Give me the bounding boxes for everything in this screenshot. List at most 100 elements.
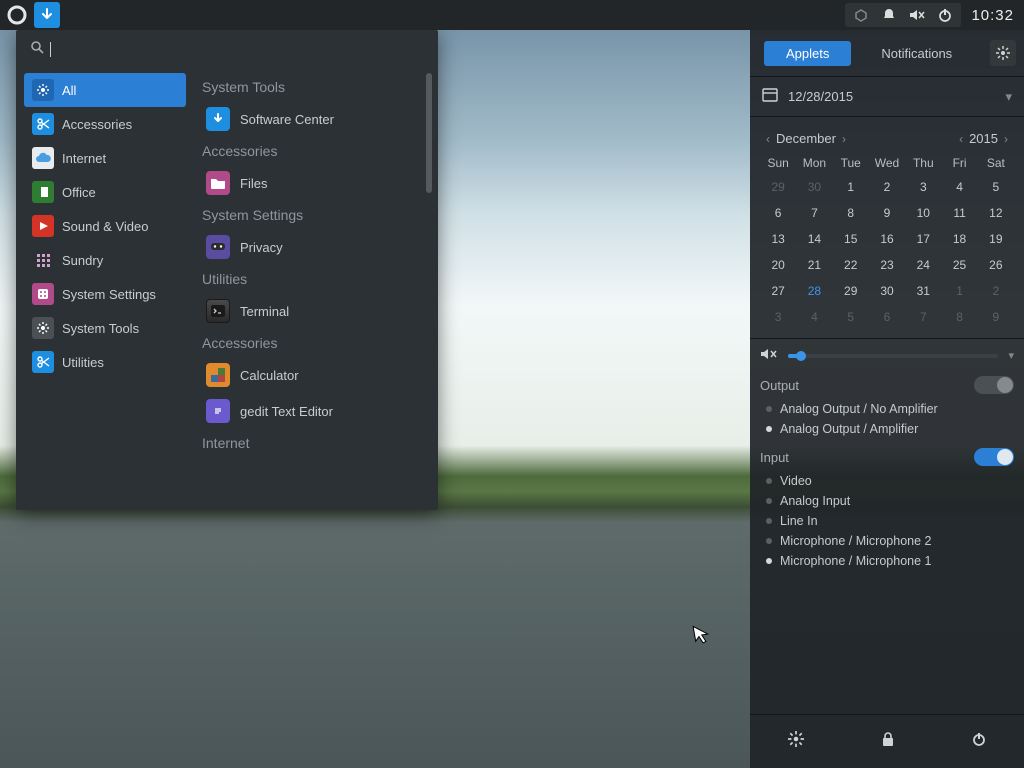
calendar-day[interactable]: 21 (796, 252, 832, 278)
output-label: Output (760, 378, 799, 393)
input-option[interactable]: Video (766, 474, 1014, 488)
app-scrollbar[interactable] (426, 73, 432, 498)
calendar-day[interactable]: 4 (796, 304, 832, 330)
app-calculator[interactable]: Calculator (194, 357, 420, 393)
calendar-header: ‹ December › ‹ 2015 › (760, 125, 1014, 152)
calendar-day[interactable]: 5 (978, 174, 1014, 200)
calendar-day[interactable]: 31 (905, 278, 941, 304)
radio-dot-icon (766, 426, 772, 432)
input-option[interactable]: Line In (766, 514, 1014, 528)
calendar-day[interactable]: 6 (760, 200, 796, 226)
input-option[interactable]: Analog Input (766, 494, 1014, 508)
category-utilities[interactable]: Utilities (24, 345, 186, 379)
month-next-button[interactable]: › (836, 132, 852, 146)
volume-muted-icon[interactable] (760, 347, 778, 364)
calendar-day[interactable]: 9 (978, 304, 1014, 330)
calendar-day[interactable]: 8 (941, 304, 977, 330)
calendar-day[interactable]: 8 (833, 200, 869, 226)
calendar-day[interactable]: 29 (760, 174, 796, 200)
software-updater-button[interactable] (34, 2, 60, 28)
calendar-day[interactable]: 11 (941, 200, 977, 226)
download-icon (206, 107, 230, 131)
calendar-day[interactable]: 14 (796, 226, 832, 252)
power-icon[interactable] (935, 5, 955, 25)
app-terminal[interactable]: Terminal (194, 293, 420, 329)
input-option[interactable]: Microphone / Microphone 2 (766, 534, 1014, 548)
volume-muted-icon[interactable] (907, 5, 927, 25)
calendar-day[interactable]: 22 (833, 252, 869, 278)
book-icon (32, 181, 54, 203)
scrollbar-thumb[interactable] (426, 73, 432, 193)
calendar-day[interactable]: 3 (905, 174, 941, 200)
calendar-day[interactable]: 9 (869, 200, 905, 226)
calendar-day[interactable]: 16 (869, 226, 905, 252)
category-sound-video[interactable]: Sound & Video (24, 209, 186, 243)
calendar-day[interactable]: 30 (869, 278, 905, 304)
calendar-day[interactable]: 27 (760, 278, 796, 304)
category-label: Sound & Video (62, 219, 149, 234)
year-next-button[interactable]: › (998, 132, 1014, 146)
calendar-day[interactable]: 6 (869, 304, 905, 330)
radio-dot-icon (766, 498, 772, 504)
calendar-day[interactable]: 28 (796, 278, 832, 304)
month-prev-button[interactable]: ‹ (760, 132, 776, 146)
calendar-day[interactable]: 5 (833, 304, 869, 330)
settings-icon (32, 283, 54, 305)
calendar-day[interactable]: 18 (941, 226, 977, 252)
calendar-day[interactable]: 10 (905, 200, 941, 226)
volume-slider[interactable] (788, 354, 998, 358)
budgie-menu-button[interactable] (4, 2, 30, 28)
input-toggle[interactable] (974, 448, 1014, 466)
app-files[interactable]: Files (194, 165, 420, 201)
category-sundry[interactable]: Sundry (24, 243, 186, 277)
year-prev-button[interactable]: ‹ (953, 132, 969, 146)
menu-search-input[interactable] (57, 41, 424, 59)
calendar-day[interactable]: 23 (869, 252, 905, 278)
output-option[interactable]: Analog Output / No Amplifier (766, 402, 1014, 416)
category-system-settings[interactable]: System Settings (24, 277, 186, 311)
calendar-day[interactable]: 2 (978, 278, 1014, 304)
category-office[interactable]: Office (24, 175, 186, 209)
calendar-day[interactable]: 3 (760, 304, 796, 330)
calendar-day[interactable]: 30 (796, 174, 832, 200)
calendar-day[interactable]: 7 (796, 200, 832, 226)
calendar-day[interactable]: 1 (833, 174, 869, 200)
calendar-day[interactable]: 1 (941, 278, 977, 304)
volume-expand-button[interactable]: ▾ (1008, 349, 1014, 362)
calendar-day[interactable]: 29 (833, 278, 869, 304)
calendar-day[interactable]: 12 (978, 200, 1014, 226)
calendar-day[interactable]: 4 (941, 174, 977, 200)
footer-lock-button[interactable] (881, 731, 895, 750)
calendar-day[interactable]: 15 (833, 226, 869, 252)
calendar-date-row[interactable]: 12/28/2015 ▾ (750, 76, 1024, 117)
category-accessories[interactable]: Accessories (24, 107, 186, 141)
app-software-center[interactable]: Software Center (194, 101, 420, 137)
input-option[interactable]: Microphone / Microphone 1 (766, 554, 1014, 568)
calendar-day[interactable]: 2 (869, 174, 905, 200)
bell-icon[interactable] (879, 5, 899, 25)
calendar-day[interactable]: 26 (978, 252, 1014, 278)
category-internet[interactable]: Internet (24, 141, 186, 175)
calendar-day[interactable]: 20 (760, 252, 796, 278)
category-system-tools[interactable]: System Tools (24, 311, 186, 345)
calendar-day[interactable]: 17 (905, 226, 941, 252)
footer-settings-button[interactable] (788, 731, 804, 750)
output-option[interactable]: Analog Output / Amplifier (766, 422, 1014, 436)
calendar-day[interactable]: 7 (905, 304, 941, 330)
app-label: Calculator (240, 368, 299, 383)
calendar-day[interactable]: 25 (941, 252, 977, 278)
calendar-day[interactable]: 19 (978, 226, 1014, 252)
clock[interactable]: 10:32 (971, 7, 1014, 24)
calendar-day[interactable]: 24 (905, 252, 941, 278)
app-gedit-text-editor[interactable]: gedit Text Editor (194, 393, 420, 429)
notifications-indicator-icon[interactable] (851, 5, 871, 25)
tab-notifications[interactable]: Notifications (859, 41, 974, 66)
app-privacy[interactable]: Privacy (194, 229, 420, 265)
category-all[interactable]: All (24, 73, 186, 107)
tab-applets[interactable]: Applets (764, 41, 851, 66)
output-toggle[interactable]: ✕ (974, 376, 1014, 394)
calendar-day[interactable]: 13 (760, 226, 796, 252)
raven-settings-button[interactable] (990, 40, 1016, 66)
footer-power-button[interactable] (972, 731, 986, 750)
menu-search (16, 30, 438, 67)
